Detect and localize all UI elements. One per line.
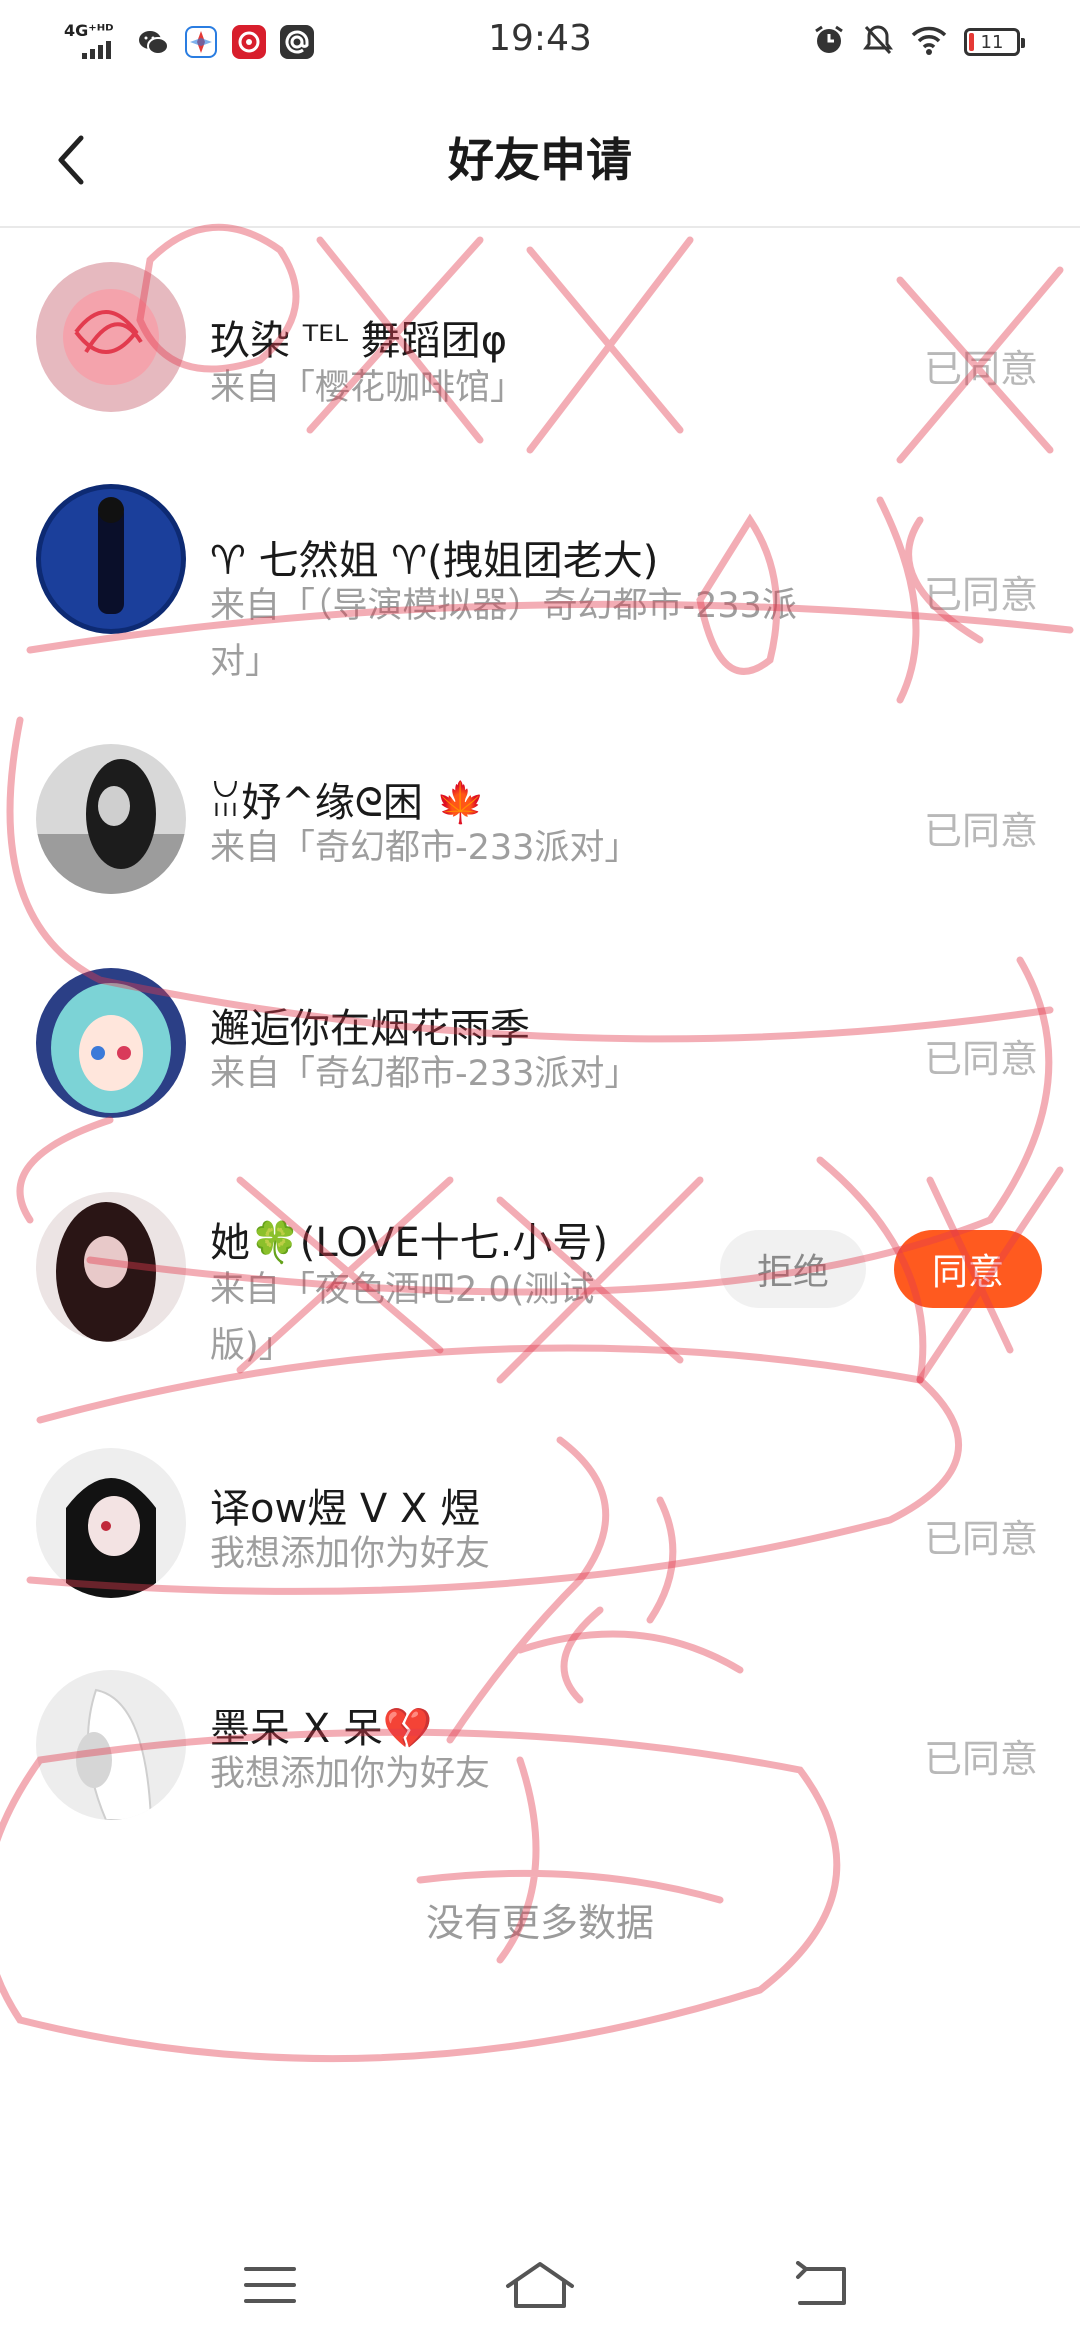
header: 好友申请	[0, 84, 1080, 228]
alarm-icon	[812, 23, 846, 61]
request-name: 她🍀(LOVE十七.小号)	[210, 1220, 609, 1266]
avatar[interactable]	[36, 1448, 186, 1598]
avatar[interactable]	[36, 968, 186, 1118]
accept-button[interactable]: 同意	[894, 1230, 1042, 1308]
no-more-data: 没有更多数据	[425, 1901, 654, 1945]
request-source-cont: 版)」	[210, 1326, 294, 1366]
menu-icon	[244, 2267, 296, 2303]
wifi-icon	[910, 24, 948, 60]
reject-button[interactable]: 拒绝	[720, 1230, 866, 1308]
request-source-cont: 对」	[210, 642, 281, 682]
request-source: 来自「奇幻都市-233派对」	[210, 1054, 640, 1094]
home-icon	[506, 2262, 574, 2308]
avatar[interactable]	[36, 744, 186, 894]
avatar[interactable]	[36, 484, 186, 634]
page-title: 好友申请	[448, 133, 632, 187]
avatar[interactable]	[36, 1670, 186, 1820]
battery-icon: 11	[964, 28, 1025, 56]
list-item[interactable]: 邂逅你在烟花雨季 来自「奇幻都市-233派对」 已同意	[0, 948, 1080, 1158]
mute-icon	[862, 23, 894, 61]
list-item[interactable]: 译ow煜 V X 煜 我想添加你为好友 已同意	[0, 1428, 1080, 1638]
home-button[interactable]	[500, 2250, 580, 2320]
menu-button[interactable]	[230, 2250, 310, 2320]
back-arrow-icon	[796, 2261, 846, 2305]
status-right: 11	[812, 22, 1025, 62]
back-nav-button[interactable]	[782, 2250, 862, 2320]
status-accepted: 已同意	[923, 573, 1038, 617]
request-source: 我想添加你为好友	[210, 1754, 491, 1794]
list-item[interactable]: 墨呆 X 呆💔 我想添加你为好友 已同意	[0, 1648, 1080, 1858]
request-source: 来自「樱花咖啡馆」	[210, 368, 526, 408]
status-accepted: 已同意	[923, 1737, 1038, 1781]
request-source: 来自「夜色酒吧2.0(测试	[210, 1270, 595, 1310]
battery-level: 11	[980, 31, 1004, 53]
list-item[interactable]: 她🍀(LOVE十七.小号) 来自「夜色酒吧2.0(测试 版)」 拒绝 同意	[0, 1168, 1080, 1408]
system-nav-bar	[0, 2230, 1080, 2340]
request-source: 来自「奇幻都市-233派对」	[210, 828, 640, 868]
list-item[interactable]: ♈ 七然姐 ♈(拽姐团老大) 来自「（导演模拟器）奇幻都市-233派 对」 已同…	[0, 468, 1080, 708]
status-accepted: 已同意	[923, 347, 1038, 391]
request-source: 来自「（导演模拟器）奇幻都市-233派	[210, 586, 797, 626]
status-accepted: 已同意	[923, 1517, 1038, 1561]
avatar[interactable]	[36, 262, 186, 412]
status-accepted: 已同意	[923, 809, 1038, 853]
avatar[interactable]	[36, 1192, 186, 1342]
status-bar: 4G⁺ᴴᴰ 19:43 11	[0, 0, 1080, 84]
status-accepted: 已同意	[923, 1037, 1038, 1081]
list-item[interactable]: 玖染 ᵀᴱᴸ 舞蹈团φ 来自「樱花咖啡馆」 已同意	[0, 248, 1080, 448]
list-item[interactable]: ꈍ妤^缘ᘓ困 🍁 来自「奇幻都市-233派对」 已同意	[0, 728, 1080, 938]
request-name: 玖染 ᵀᴱᴸ 舞蹈团φ	[210, 318, 508, 364]
request-source: 我想添加你为好友	[210, 1534, 491, 1574]
